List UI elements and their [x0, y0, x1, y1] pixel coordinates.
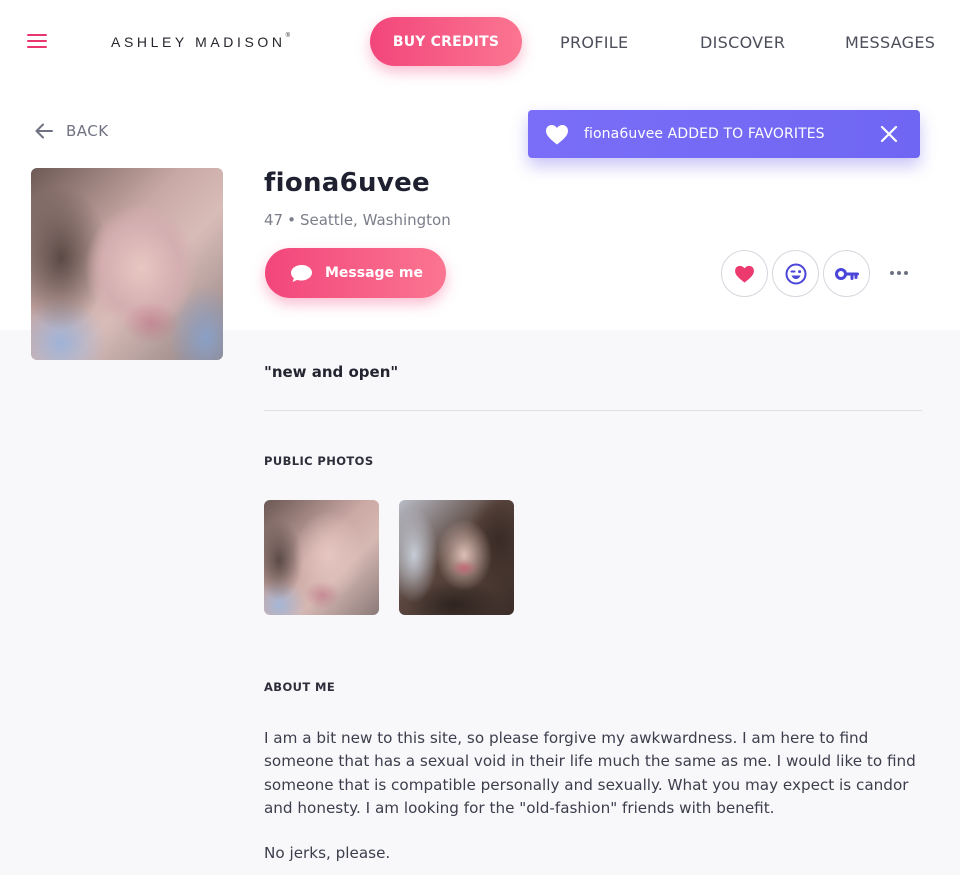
profile-tagline: "new and open": [264, 363, 399, 381]
public-photo[interactable]: [399, 500, 514, 615]
wink-button[interactable]: [772, 250, 819, 297]
favorite-button[interactable]: [721, 250, 768, 297]
public-photos-heading: PUBLIC PHOTOS: [264, 454, 374, 468]
logo[interactable]: ASHLEY MADISON®: [111, 33, 291, 50]
public-photo[interactable]: [264, 500, 379, 615]
nav-messages[interactable]: MESSAGES: [845, 33, 935, 52]
chat-bubble-icon: [291, 264, 312, 282]
toast-message: fiona6uvee ADDED TO FAVORITES: [584, 126, 825, 142]
arrow-left-icon: [35, 123, 53, 139]
divider: [264, 410, 922, 411]
nav-profile[interactable]: PROFILE: [560, 33, 628, 52]
heart-icon: [545, 123, 569, 145]
heart-icon: [735, 265, 754, 283]
about-me-text: I am a bit new to this site, so please f…: [264, 729, 916, 818]
about-me-heading: ABOUT ME: [264, 680, 336, 694]
message-me-button[interactable]: Message me: [265, 248, 446, 298]
profile-username: fiona6uvee: [264, 168, 430, 198]
meta-separator: •: [287, 211, 296, 229]
profile-age: 47: [264, 211, 284, 229]
profile-location: Seattle, Washington: [299, 211, 451, 229]
close-icon[interactable]: [880, 125, 898, 143]
nav-discover[interactable]: DISCOVER: [700, 33, 785, 52]
favorites-toast: fiona6uvee ADDED TO FAVORITES: [528, 110, 920, 158]
buy-credits-button[interactable]: BUY CREDITS: [370, 17, 522, 66]
logo-text: ASHLEY MADISON: [111, 34, 286, 50]
back-label: BACK: [66, 122, 109, 140]
back-button[interactable]: BACK: [35, 122, 109, 140]
key-button[interactable]: [823, 250, 870, 297]
profile-meta: 47 • Seattle, Washington: [264, 211, 451, 229]
key-icon: [834, 267, 859, 280]
more-icon[interactable]: [886, 262, 912, 284]
message-me-label: Message me: [325, 265, 424, 281]
menu-icon[interactable]: [27, 34, 47, 49]
about-me-text-2: No jerks, please.: [264, 844, 391, 862]
profile-avatar[interactable]: [31, 168, 223, 360]
top-header: ASHLEY MADISON® BUY CREDITS PROFILE DISC…: [0, 0, 960, 84]
wink-icon: [785, 263, 806, 284]
registered-mark: ®: [285, 33, 291, 39]
